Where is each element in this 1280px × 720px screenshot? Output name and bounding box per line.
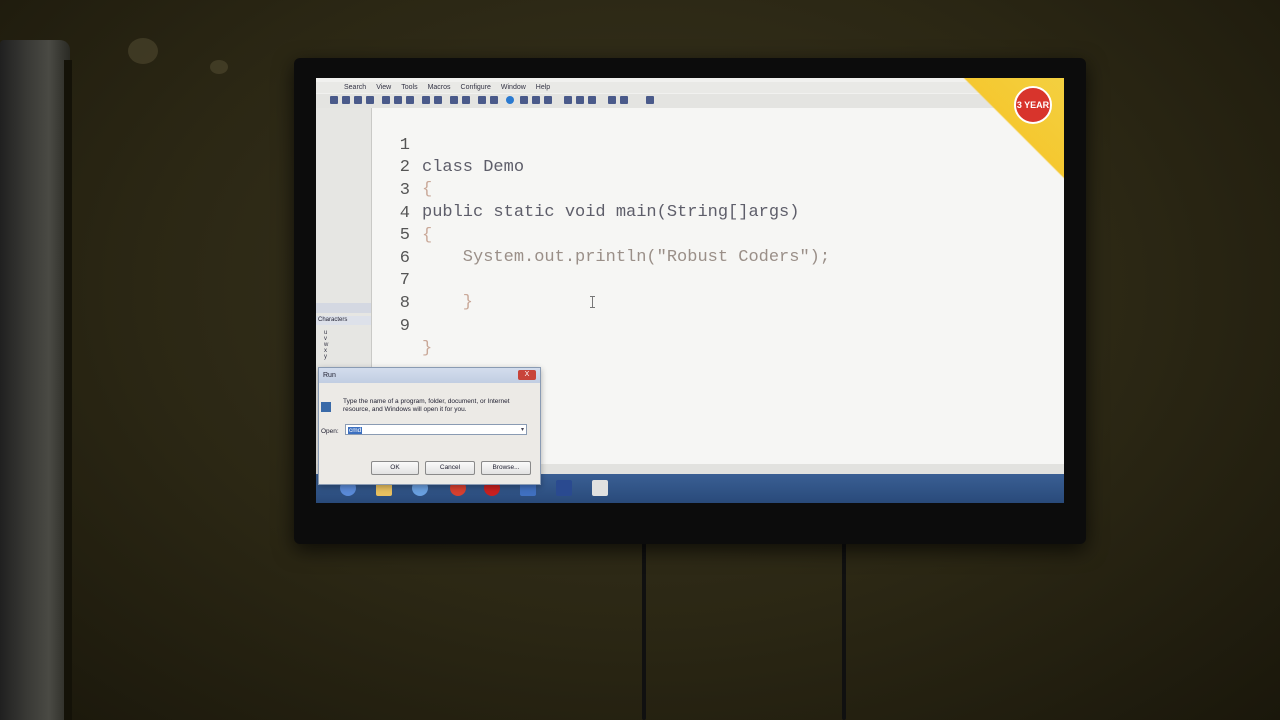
open-input-value: cmd	[348, 427, 363, 434]
dialog-title: Run	[323, 372, 336, 379]
menu-item-window[interactable]: Window	[501, 82, 526, 93]
ok-button[interactable]: OK	[371, 461, 419, 475]
paste-icon[interactable]	[406, 96, 414, 104]
chevron-down-icon[interactable]: ▾	[521, 425, 524, 436]
warranty-badge: 3 YEAR	[1014, 86, 1052, 124]
menu-item-search[interactable]: Search	[344, 82, 366, 93]
open-input[interactable]: cmd ▾	[345, 424, 527, 435]
run-dialog-titlebar: Run X	[319, 368, 540, 383]
run-program-icon	[321, 402, 331, 412]
wall-stain	[128, 38, 158, 64]
tv-monitor: Search View Tools Macros Configure Windo…	[294, 58, 1086, 544]
cancel-button[interactable]: Cancel	[425, 461, 475, 475]
word-wrap-icon[interactable]	[478, 96, 486, 104]
code-line: 7 }	[372, 248, 1064, 312]
wall-cabinet-edge	[64, 60, 72, 720]
run-dialog: Run X Type the name of a program, folder…	[318, 367, 541, 485]
tool-app-icon[interactable]	[592, 480, 608, 496]
tv-cable	[642, 535, 646, 720]
macro-record-icon[interactable]	[564, 96, 572, 104]
outdent-icon[interactable]	[462, 96, 470, 104]
save-icon[interactable]	[330, 96, 338, 104]
find-icon[interactable]	[520, 96, 528, 104]
line-number: 9	[399, 317, 410, 336]
replace-icon[interactable]	[532, 96, 540, 104]
menu-item-configure[interactable]: Configure	[461, 82, 491, 93]
list-item[interactable]: y	[324, 354, 328, 360]
dialog-description: Type the name of a program, folder, docu…	[343, 398, 510, 413]
wall-stain	[210, 60, 228, 74]
macro-play-icon[interactable]	[576, 96, 584, 104]
menu-item-tools[interactable]: Tools	[401, 82, 417, 93]
toolbar	[316, 94, 1064, 109]
promo-sticker: 3 YEAR	[954, 78, 1064, 188]
menu-item-macros[interactable]: Macros	[428, 82, 451, 93]
characters-list: u v w x y	[324, 330, 328, 360]
open-label: Open:	[321, 428, 339, 435]
print-preview-icon[interactable]	[366, 96, 374, 104]
cut-icon[interactable]	[382, 96, 390, 104]
wall-cabinet	[0, 40, 70, 720]
next-bookmark-icon[interactable]	[620, 96, 628, 104]
paragraph-icon[interactable]	[490, 96, 498, 104]
close-button[interactable]: X	[518, 370, 536, 380]
text-cursor-icon	[590, 296, 595, 308]
screen: Search View Tools Macros Configure Windo…	[316, 78, 1064, 503]
tv-cable	[842, 535, 846, 720]
help-icon[interactable]	[646, 96, 654, 104]
browser-icon[interactable]	[506, 96, 514, 104]
indent-icon[interactable]	[450, 96, 458, 104]
code-line: 6	[372, 226, 1064, 268]
redo-icon[interactable]	[434, 96, 442, 104]
copy-icon[interactable]	[394, 96, 402, 104]
code-line: 9 }	[372, 294, 1064, 358]
undo-icon[interactable]	[422, 96, 430, 104]
characters-header[interactable]: Characters	[316, 316, 371, 325]
menu-item-help[interactable]: Help	[536, 82, 550, 93]
save-all-icon[interactable]	[342, 96, 350, 104]
prev-bookmark-icon[interactable]	[608, 96, 616, 104]
menu-item-view[interactable]: View	[376, 82, 391, 93]
code-text: }	[422, 339, 433, 358]
terminal-app-icon[interactable]	[556, 480, 572, 496]
code-line: 5 System.out.println("Robust Coders");	[372, 203, 1064, 267]
find-in-files-icon[interactable]	[544, 96, 552, 104]
panel-title-bar	[316, 303, 371, 313]
spellcheck-icon[interactable]	[588, 96, 596, 104]
menu-bar: Search View Tools Macros Configure Windo…	[316, 82, 1064, 93]
print-icon[interactable]	[354, 96, 362, 104]
browse-button[interactable]: Browse...	[481, 461, 531, 475]
code-line: 8	[372, 271, 1064, 313]
